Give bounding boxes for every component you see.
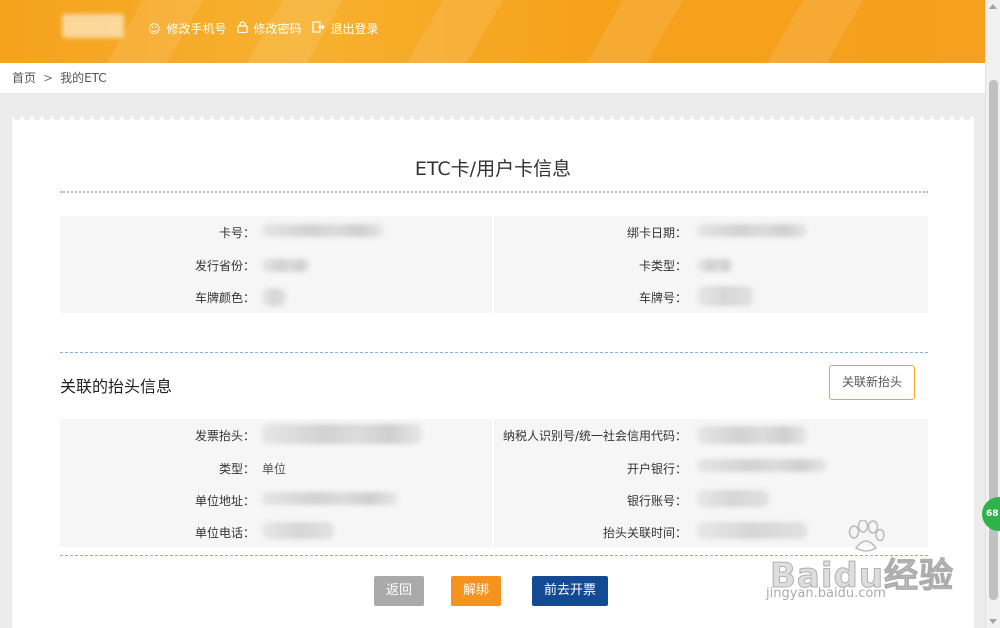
invoice-title-label: 发票抬头：	[194, 429, 255, 443]
plate-color-label: 车牌颜色：	[194, 291, 255, 305]
issue-province-label: 发行省份：	[194, 259, 255, 273]
add-invoice-header-button[interactable]: 关联新抬头	[829, 365, 915, 400]
issue-province-value	[262, 259, 310, 272]
vertical-scrollbar[interactable]	[985, 0, 1000, 628]
card-number-label: 卡号：	[218, 226, 255, 240]
association-time-label: 抬头关联时间：	[602, 526, 687, 540]
unbind-button[interactable]: 解绑	[451, 576, 501, 606]
bank-account-value	[697, 490, 769, 507]
section-divider	[60, 352, 928, 353]
tax-id-value	[697, 426, 807, 444]
baidu-watermark: Baidu经验 jingyan.baidu.com	[760, 520, 960, 610]
logout-link[interactable]: 退出登录	[311, 20, 379, 37]
logo[interactable]	[62, 14, 124, 38]
scroll-down-icon[interactable]	[989, 619, 997, 624]
user-circle-icon: ☺	[148, 21, 161, 36]
bind-date-label: 绑卡日期：	[626, 226, 687, 240]
plate-number-value	[697, 286, 753, 306]
scroll-up-icon[interactable]	[989, 4, 997, 9]
bank-name-value	[697, 459, 827, 472]
change-phone-label: 修改手机号	[166, 22, 227, 36]
bind-date-value	[697, 224, 807, 237]
bank-name-label: 开户银行：	[626, 462, 687, 476]
unit-address-value	[262, 492, 398, 505]
card-type-label: 卡类型：	[638, 259, 687, 273]
bank-account-label: 银行账号：	[626, 494, 687, 508]
tax-id-label: 纳税人识别号/统一社会信用代码：	[502, 429, 687, 443]
top-header: ☺ 修改手机号 修改密码 退出登录	[0, 0, 1000, 63]
invoice-title-value	[262, 424, 422, 444]
header-decor	[385, 0, 515, 63]
plate-color-value	[262, 288, 286, 306]
breadcrumb-separator: >	[43, 71, 54, 85]
type-value: 单位	[262, 462, 287, 476]
logout-label: 退出登录	[330, 22, 379, 36]
title-divider	[60, 191, 928, 193]
card-number-value	[262, 224, 384, 237]
header-decor	[565, 0, 695, 63]
invoice-header-title: 关联的抬头信息	[60, 377, 173, 396]
breadcrumb-current: 我的ETC	[60, 71, 107, 85]
unit-phone-value	[262, 522, 334, 539]
page-title: ETC卡/用户卡信息	[414, 158, 572, 180]
unit-phone-label: 单位电话：	[194, 526, 255, 540]
header-links: ☺ 修改手机号 修改密码 退出登录	[148, 20, 389, 37]
logout-icon	[311, 21, 325, 36]
header-decor	[745, 0, 875, 63]
go-invoice-button[interactable]: 前去开票	[532, 576, 608, 606]
breadcrumb: 首页 > 我的ETC	[0, 63, 985, 94]
unit-address-label: 单位地址：	[194, 494, 255, 508]
watermark-url: jingyan.baidu.com	[766, 586, 886, 601]
plate-number-label: 车牌号：	[638, 291, 687, 305]
change-phone-link[interactable]: ☺ 修改手机号	[148, 20, 227, 37]
card-type-value	[697, 259, 733, 272]
breadcrumb-home[interactable]: 首页	[12, 71, 36, 85]
change-password-label: 修改密码	[253, 22, 302, 36]
lock-icon	[236, 21, 248, 36]
change-password-link[interactable]: 修改密码	[236, 20, 302, 37]
back-button[interactable]: 返回	[374, 576, 424, 606]
type-label: 类型：	[218, 462, 255, 476]
